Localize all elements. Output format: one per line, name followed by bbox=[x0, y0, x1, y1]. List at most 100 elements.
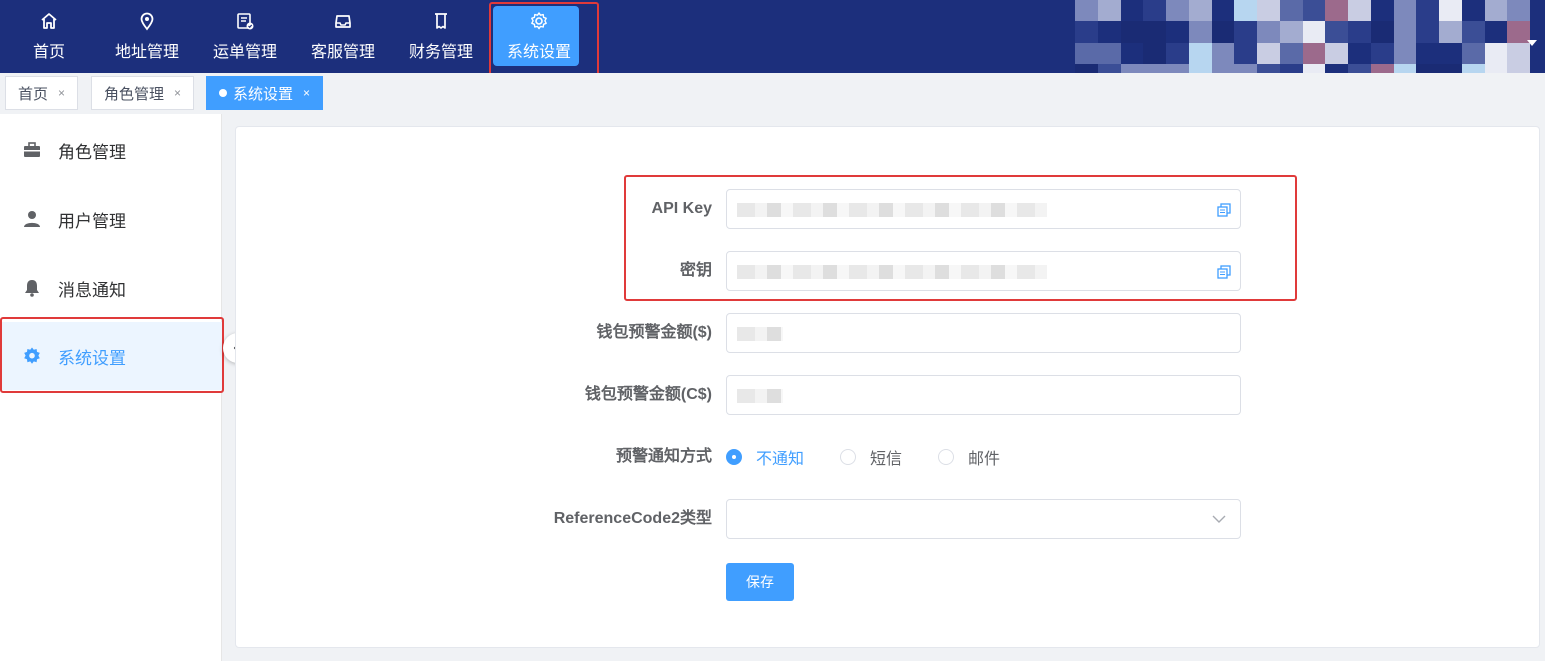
mosaic-cell bbox=[1257, 21, 1280, 43]
chevron-down-icon bbox=[1212, 515, 1226, 523]
wallet-usd-row: 钱包预警金额($) bbox=[236, 313, 1541, 353]
radio-sms[interactable]: 短信 bbox=[840, 445, 902, 469]
mosaic-cell bbox=[1143, 42, 1166, 64]
mosaic-cell bbox=[1257, 42, 1280, 64]
mosaic-cell bbox=[1120, 42, 1144, 64]
active-tab-dot-icon bbox=[219, 89, 227, 97]
refcode-select[interactable] bbox=[726, 499, 1241, 539]
wallet-usd-input[interactable] bbox=[726, 313, 1241, 353]
mosaic-cell bbox=[1257, 0, 1280, 22]
radio-no-notify[interactable]: 不通知 bbox=[726, 445, 804, 469]
mosaic-cell bbox=[1348, 21, 1371, 43]
nav-waybill[interactable]: 运单管理 bbox=[196, 0, 294, 73]
mosaic-cell bbox=[1211, 0, 1235, 22]
wallet-usd-label: 钱包预警金额($) bbox=[596, 324, 712, 341]
mosaic-cell bbox=[1484, 21, 1508, 43]
radio-email[interactable]: 邮件 bbox=[938, 445, 1000, 469]
mosaic-cell bbox=[1120, 0, 1144, 22]
mosaic-cell bbox=[1439, 21, 1462, 43]
mosaic-cell bbox=[1461, 0, 1485, 22]
mosaic-cell bbox=[1211, 21, 1235, 43]
waybill-icon bbox=[234, 10, 256, 32]
sidebar-item-label: 用户管理 bbox=[58, 211, 126, 231]
refcode-row: ReferenceCode2类型 bbox=[236, 499, 1541, 539]
bell-icon bbox=[22, 278, 42, 298]
sidebar-item-label: 角色管理 bbox=[58, 142, 126, 162]
mosaic-cell bbox=[1143, 0, 1166, 22]
nav-finance[interactable]: 财务管理 bbox=[392, 0, 490, 73]
radio-circle-icon bbox=[938, 449, 955, 465]
mosaic-cell bbox=[1348, 0, 1371, 22]
inbox-icon bbox=[332, 10, 354, 32]
wallet-cad-label: 钱包预警金额(C$) bbox=[584, 386, 712, 403]
notify-method-radio-group: 不通知 短信 邮件 bbox=[726, 437, 1036, 477]
top-navbar: 首页 地址管理 运单管理 客服管理 财务管理 系统设置 bbox=[0, 0, 1545, 85]
highlight-box-nav bbox=[489, 2, 599, 79]
tab-home-close-icon[interactable]: × bbox=[58, 86, 65, 100]
radio-no-notify-label: 不通知 bbox=[756, 451, 805, 468]
nav-finance-label: 财务管理 bbox=[408, 44, 473, 61]
tab-role-management-close-icon[interactable]: × bbox=[174, 86, 181, 100]
save-button[interactable]: 保存 bbox=[726, 563, 794, 601]
mosaic-cell bbox=[1075, 42, 1098, 64]
mosaic-cell bbox=[1188, 0, 1212, 22]
notify-method-label: 预警通知方式 bbox=[615, 448, 712, 465]
mosaic-cell bbox=[1439, 0, 1462, 22]
mosaic-cell bbox=[1370, 21, 1394, 43]
mosaic-cell bbox=[1302, 21, 1326, 43]
mosaic-cell bbox=[1188, 21, 1212, 43]
tabs-bar: 首页 × 角色管理 × 系统设置 × bbox=[0, 73, 1545, 113]
highlight-box-form bbox=[624, 175, 1297, 301]
mosaic-cell bbox=[1325, 21, 1348, 43]
nav-address[interactable]: 地址管理 bbox=[98, 0, 196, 73]
nav-home-label: 首页 bbox=[32, 44, 65, 61]
mosaic-cell bbox=[1416, 21, 1439, 43]
sidebar-item-role-management[interactable]: 角色管理 bbox=[0, 116, 222, 184]
mosaic-cell bbox=[1097, 21, 1121, 43]
tab-home[interactable]: 首页 × bbox=[5, 76, 79, 110]
nav-waybill-label: 运单管理 bbox=[212, 44, 277, 61]
mosaic-cell bbox=[1097, 42, 1121, 64]
user-icon bbox=[22, 209, 42, 229]
wallet-cad-row: 钱包预警金额(C$) bbox=[236, 375, 1541, 415]
mosaic-cell bbox=[1302, 42, 1326, 64]
mosaic-cell bbox=[1075, 0, 1098, 22]
sidebar-item-user-management[interactable]: 用户管理 bbox=[0, 185, 222, 253]
user-dropdown-caret-icon[interactable] bbox=[1527, 40, 1537, 46]
mosaic-cell bbox=[1166, 21, 1189, 43]
mosaic-cell bbox=[1393, 0, 1417, 22]
tab-system-settings-close-icon[interactable]: × bbox=[303, 86, 310, 100]
wallet-usd-masked-value bbox=[737, 327, 783, 341]
nav-home[interactable]: 首页 bbox=[0, 0, 98, 73]
mosaic-cell bbox=[1234, 21, 1257, 43]
mosaic-cell bbox=[1097, 0, 1121, 22]
sidebar-item-label: 消息通知 bbox=[58, 280, 126, 300]
nav-address-label: 地址管理 bbox=[114, 44, 179, 61]
nav-customer-service-label: 客服管理 bbox=[310, 44, 375, 61]
briefcase-icon bbox=[22, 140, 42, 160]
receipt-icon bbox=[430, 10, 452, 32]
location-pin-icon bbox=[136, 10, 158, 32]
mosaic-cell bbox=[1370, 42, 1394, 64]
mosaic-cell bbox=[1211, 42, 1235, 64]
nav-customer-service[interactable]: 客服管理 bbox=[294, 0, 392, 73]
mosaic-cell bbox=[1279, 42, 1303, 64]
mosaic-cell bbox=[1461, 21, 1485, 43]
mosaic-cell bbox=[1416, 0, 1439, 22]
refcode-label: ReferenceCode2类型 bbox=[553, 510, 712, 527]
mosaic-cell bbox=[1166, 0, 1189, 22]
mosaic-cell bbox=[1348, 42, 1371, 64]
mosaic-cell bbox=[1461, 42, 1485, 64]
mosaic-cell bbox=[1143, 21, 1166, 43]
wallet-cad-input[interactable] bbox=[726, 375, 1241, 415]
sidebar-item-notifications[interactable]: 消息通知 bbox=[0, 254, 222, 322]
tab-role-management[interactable]: 角色管理 × bbox=[91, 76, 195, 110]
mosaic-cell bbox=[1484, 0, 1508, 22]
radio-sms-label: 短信 bbox=[870, 451, 903, 468]
tab-system-settings[interactable]: 系统设置 × bbox=[206, 76, 324, 110]
wallet-cad-masked-value bbox=[737, 389, 783, 403]
radio-email-label: 邮件 bbox=[968, 451, 1001, 468]
mosaic-cell bbox=[1507, 0, 1530, 22]
mosaic-cell bbox=[1075, 21, 1098, 43]
radio-circle-icon bbox=[726, 449, 742, 465]
